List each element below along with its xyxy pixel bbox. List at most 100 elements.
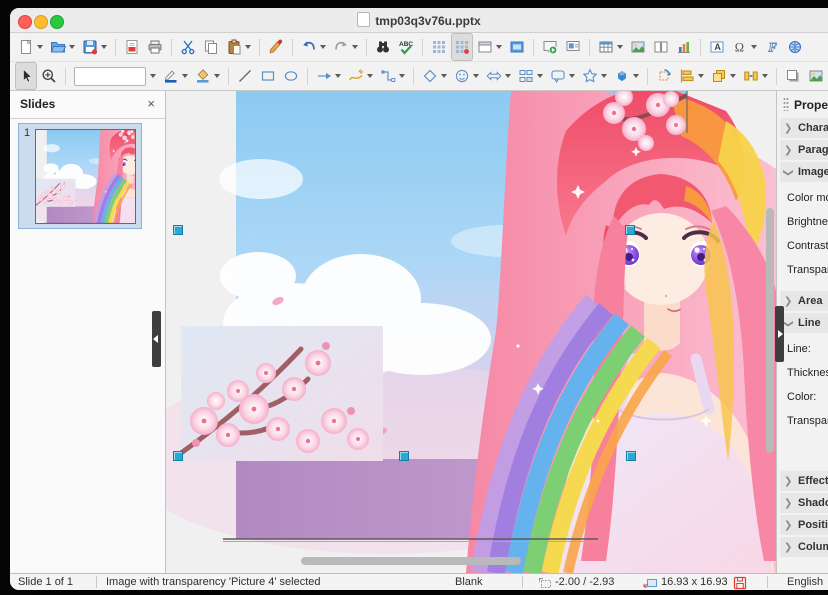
flowchart-shapes-button[interactable]	[515, 62, 546, 90]
dropdown-arrow-icon[interactable]	[101, 45, 107, 49]
insert-table-button[interactable]	[595, 33, 626, 61]
rectangle-button[interactable]	[257, 62, 279, 90]
dropdown-arrow-icon[interactable]	[37, 45, 43, 49]
dropdown-arrow-icon[interactable]	[617, 45, 623, 49]
start-from-current-slide-button[interactable]	[562, 33, 584, 61]
insert-text-box-button[interactable]: A	[706, 33, 728, 61]
slide-thumbnail-selected[interactable]: 1	[18, 123, 142, 229]
3d-objects-button[interactable]	[611, 62, 642, 90]
hide-slides-panel-button[interactable]	[152, 311, 161, 367]
dropdown-arrow-icon[interactable]	[399, 74, 405, 78]
line-style-button[interactable]	[71, 62, 159, 90]
close-panel-icon[interactable]: ×	[147, 96, 155, 111]
object-size-status[interactable]: 16.93 x 16.93	[643, 576, 728, 590]
hide-sidebar-button[interactable]	[775, 306, 784, 362]
dropdown-arrow-icon[interactable]	[320, 45, 326, 49]
section-header-character[interactable]: ❯Character	[780, 118, 828, 138]
master-slide-button[interactable]	[506, 33, 528, 61]
dropdown-arrow-icon[interactable]	[601, 74, 607, 78]
zoom-pan-button[interactable]	[38, 62, 60, 90]
insert-line-button[interactable]	[234, 62, 256, 90]
title-bar[interactable]: tmp03q3v76u.pptx	[10, 8, 828, 33]
lines-and-arrows-button[interactable]	[313, 62, 344, 90]
insert-hyperlink-button[interactable]	[784, 33, 806, 61]
start-from-first-slide-button[interactable]	[539, 33, 561, 61]
ellipse-button[interactable]	[280, 62, 302, 90]
select-button[interactable]	[15, 62, 37, 90]
slide-thumbnail-image[interactable]	[35, 129, 136, 224]
document-modified-status[interactable]	[733, 576, 747, 590]
symbol-shapes-button[interactable]	[451, 62, 482, 90]
dropdown-arrow-icon[interactable]	[367, 74, 373, 78]
dropdown-arrow-icon[interactable]	[150, 74, 156, 78]
distribute-selection-button[interactable]	[740, 62, 771, 90]
dropdown-arrow-icon[interactable]	[245, 45, 251, 49]
section-header-position-and-size[interactable]: ❯Position and Size	[780, 515, 828, 535]
cut-button[interactable]	[177, 33, 199, 61]
block-arrows-button[interactable]	[483, 62, 514, 90]
rotate-button[interactable]	[653, 62, 675, 90]
display-views-button[interactable]	[474, 33, 505, 61]
insert-image-button[interactable]	[627, 33, 649, 61]
line-style-combo[interactable]	[74, 67, 146, 86]
dropdown-arrow-icon[interactable]	[335, 74, 341, 78]
copy-button[interactable]	[200, 33, 222, 61]
insert-media-button[interactable]	[650, 33, 672, 61]
arrange-button[interactable]	[708, 62, 739, 90]
connectors-button[interactable]	[377, 62, 408, 90]
display-grid-button[interactable]	[428, 33, 450, 61]
print-button[interactable]	[144, 33, 166, 61]
dropdown-arrow-icon[interactable]	[214, 74, 220, 78]
section-header-columns[interactable]: ❯Columns	[780, 537, 828, 557]
dropdown-arrow-icon[interactable]	[182, 74, 188, 78]
basic-shapes-button[interactable]	[419, 62, 450, 90]
export-pdf-button[interactable]	[121, 33, 143, 61]
spelling-button[interactable]: ABC	[395, 33, 417, 61]
insert-fontwork-button[interactable]: F	[761, 33, 783, 61]
dropdown-arrow-icon[interactable]	[473, 74, 479, 78]
shadow-button[interactable]	[782, 62, 804, 90]
find-replace-button[interactable]	[372, 33, 394, 61]
redo-button[interactable]	[330, 33, 361, 61]
slide-layout-status[interactable]: Blank	[455, 576, 483, 588]
dropdown-arrow-icon[interactable]	[352, 45, 358, 49]
selection-handle-bottom-center[interactable]	[399, 451, 409, 461]
fill-color-button[interactable]	[192, 62, 223, 90]
dropdown-arrow-icon[interactable]	[751, 45, 757, 49]
callout-shapes-button[interactable]	[547, 62, 578, 90]
selection-handle-bottom-left[interactable]	[173, 451, 183, 461]
insert-chart-button[interactable]	[673, 33, 695, 61]
open-document-button[interactable]	[47, 33, 78, 61]
paste-button[interactable]	[223, 33, 254, 61]
clone-formatting-button[interactable]	[265, 33, 287, 61]
selected-image-picture-4[interactable]	[181, 91, 634, 455]
new-document-button[interactable]	[15, 33, 46, 61]
align-objects-button[interactable]	[676, 62, 707, 90]
slide-canvas[interactable]	[166, 91, 776, 573]
dropdown-arrow-icon[interactable]	[537, 74, 543, 78]
dropdown-arrow-icon[interactable]	[569, 74, 575, 78]
selection-handle-bottom-right[interactable]	[626, 451, 636, 461]
selection-handle-left[interactable]	[173, 225, 183, 235]
grip-icon[interactable]	[783, 97, 789, 114]
line-color-button[interactable]	[160, 62, 191, 90]
dropdown-arrow-icon[interactable]	[633, 74, 639, 78]
dropdown-arrow-icon[interactable]	[698, 74, 704, 78]
save-button[interactable]	[79, 33, 110, 61]
section-header-paragraph[interactable]: ❯Paragraph	[780, 140, 828, 160]
selection-handle-right[interactable]	[625, 225, 635, 235]
language-status[interactable]: English	[787, 576, 823, 588]
insert-special-character-button[interactable]: Ω	[729, 33, 760, 61]
horizontal-scrollbar-thumb[interactable]	[301, 557, 521, 565]
dropdown-arrow-icon[interactable]	[730, 74, 736, 78]
snap-to-grid-button[interactable]	[451, 33, 473, 61]
cursor-position-status[interactable]: -2.00 / -2.93	[538, 576, 614, 590]
section-header-shadow[interactable]: ❯Shadow	[780, 493, 828, 513]
dropdown-arrow-icon[interactable]	[441, 74, 447, 78]
undo-button[interactable]	[298, 33, 329, 61]
section-header-image[interactable]: ❯Image	[780, 162, 828, 182]
section-header-area[interactable]: ❯Area	[780, 291, 828, 311]
dropdown-arrow-icon[interactable]	[69, 45, 75, 49]
stars-and-banners-button[interactable]	[579, 62, 610, 90]
section-header-effect[interactable]: ❯Effect	[780, 471, 828, 491]
